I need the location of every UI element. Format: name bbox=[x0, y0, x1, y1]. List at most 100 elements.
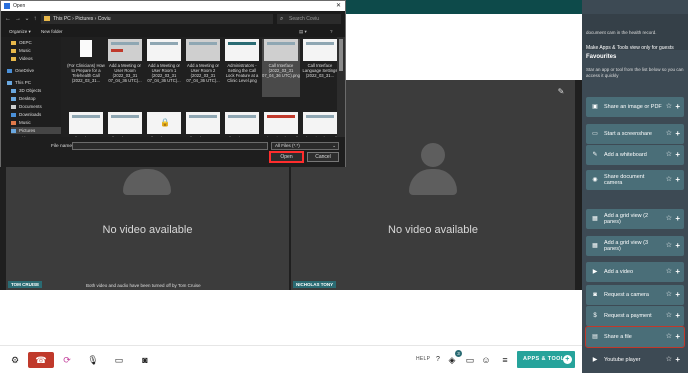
plus-icon: + bbox=[563, 355, 572, 364]
tool-label: Add a video bbox=[604, 269, 634, 275]
tool-item-grid-2[interactable]: ▦ Add a grid view (2 panes) ☆ + bbox=[586, 209, 684, 229]
open-button[interactable]: Open bbox=[269, 151, 304, 163]
star-icon[interactable]: ☆ bbox=[666, 312, 672, 320]
hang-up-button[interactable]: ☎ bbox=[28, 352, 54, 368]
tool-label: Start a screenshare bbox=[604, 131, 652, 137]
file-icon: ▤ bbox=[592, 334, 598, 340]
nav-item-this-pc[interactable]: This PC bbox=[7, 79, 31, 86]
add-icon[interactable]: + bbox=[675, 332, 680, 341]
add-icon[interactable]: + bbox=[675, 129, 680, 138]
media-off-message: Both video and audio have been turned of… bbox=[86, 283, 201, 288]
tool-item-add-video[interactable]: ▶ Add a video ☆ + bbox=[586, 262, 684, 282]
payment-icon: $ bbox=[593, 313, 597, 319]
apps-tools-button[interactable]: APPS & TOOLS + bbox=[517, 351, 575, 368]
tool-item-share-image[interactable]: ▣ Share an image or PDF ☆ + bbox=[586, 97, 684, 117]
dialog-title-bar: Open ✕ bbox=[1, 1, 345, 11]
lock-icon: 🔒 bbox=[160, 118, 170, 127]
chevron-down-icon[interactable]: ⌄ bbox=[23, 14, 31, 24]
view-options-icon[interactable]: ▤ ▾ bbox=[299, 27, 307, 37]
tool-item-youtube[interactable]: ▶ Youtube player ☆ + bbox=[586, 350, 684, 370]
nav-item[interactable]: Videos bbox=[11, 55, 33, 62]
video-off-icon[interactable]: ▭ bbox=[109, 352, 129, 368]
star-icon[interactable]: ☆ bbox=[666, 103, 672, 111]
camera-snapshot-icon[interactable]: ◙ bbox=[135, 352, 155, 368]
nav-item-pictures[interactable]: Pictures bbox=[11, 127, 61, 134]
nav-item[interactable]: Documents bbox=[11, 103, 42, 110]
star-icon[interactable]: ☆ bbox=[666, 291, 672, 299]
add-icon[interactable]: + bbox=[675, 267, 680, 276]
star-icon[interactable]: ☆ bbox=[666, 333, 672, 341]
cancel-button[interactable]: Cancel bbox=[307, 152, 339, 162]
add-icon[interactable]: + bbox=[675, 355, 680, 364]
image-icon: ▣ bbox=[592, 104, 598, 110]
add-icon[interactable]: + bbox=[675, 150, 680, 159]
star-icon[interactable]: ☆ bbox=[666, 176, 672, 184]
file-name-input[interactable] bbox=[72, 142, 268, 150]
no-video-label: No video available bbox=[388, 224, 478, 236]
dialog-footer: File name: All Files (*.*) ⌄ Open Cancel bbox=[1, 137, 345, 167]
help-icon[interactable]: ? bbox=[330, 27, 333, 37]
add-icon[interactable]: + bbox=[675, 102, 680, 111]
add-icon[interactable]: + bbox=[675, 214, 680, 223]
settings-gear-icon[interactable]: ⚙ bbox=[5, 352, 25, 368]
camera-icon: ◉ bbox=[592, 177, 598, 183]
star-icon[interactable]: ☆ bbox=[666, 268, 672, 276]
filter-label: All Files (*.*) bbox=[275, 143, 300, 148]
star-icon[interactable]: ☆ bbox=[666, 130, 672, 138]
file-item-selected[interactable]: Call Interface (2022_03_31 07_04_36 UTC)… bbox=[262, 39, 300, 97]
tool-item-document-camera[interactable]: ◉ Share document camera ☆ + bbox=[586, 170, 684, 190]
new-folder-button[interactable]: New folder bbox=[41, 27, 63, 37]
favourites-title: Favourites bbox=[586, 54, 617, 60]
star-icon[interactable]: ☆ bbox=[666, 215, 672, 223]
mute-microphone-icon[interactable]: 🎙 bbox=[83, 352, 103, 368]
switch-camera-icon[interactable]: ⟳ bbox=[57, 352, 77, 368]
nav-item[interactable]: Music bbox=[11, 47, 31, 54]
file-item[interactable]: Call Interface Language Settings (2022_0… bbox=[301, 39, 337, 97]
file-type-filter[interactable]: All Files (*.*) ⌄ bbox=[271, 142, 339, 150]
file-item[interactable]: (For Clinicians) How to Prepare for a Te… bbox=[67, 39, 105, 97]
guest-view-toggle[interactable]: Make Apps & Tools view only for guests bbox=[586, 45, 674, 51]
up-arrow-icon[interactable]: ↑ bbox=[31, 14, 39, 24]
organize-menu[interactable]: Organize ▾ bbox=[9, 27, 31, 37]
forward-arrow-icon[interactable]: → bbox=[14, 14, 22, 24]
nav-item[interactable]: Music bbox=[11, 119, 31, 126]
address-bar[interactable]: This PC › Pictures › Coviu bbox=[41, 14, 273, 24]
search-icon: ⌕ bbox=[280, 16, 284, 22]
network-icon[interactable]: ≡ bbox=[495, 352, 515, 368]
search-input[interactable]: ⌕ Search Coviu bbox=[277, 14, 341, 24]
tool-item-whiteboard[interactable]: ✎ Add a whiteboard ☆ + bbox=[586, 145, 684, 165]
star-icon[interactable]: ☆ bbox=[666, 242, 672, 250]
back-arrow-icon[interactable]: ← bbox=[4, 14, 12, 24]
tool-item-share-file[interactable]: ▤ Share a file ☆ + bbox=[585, 326, 685, 348]
address-row: ← → ⌄ ↑ This PC › Pictures › Coviu ⌕ Sear… bbox=[1, 11, 345, 27]
nav-item[interactable]: 3D Objects bbox=[11, 87, 41, 94]
tool-item-grid-3[interactable]: ▦ Add a grid view (3 panes) ☆ + bbox=[586, 236, 684, 256]
window-icon bbox=[4, 3, 10, 9]
nav-item[interactable]: Downloads bbox=[11, 111, 41, 118]
nav-item-onedrive[interactable]: OneDrive bbox=[7, 67, 34, 74]
add-icon[interactable]: + bbox=[675, 175, 680, 184]
apps-tools-label: APPS & TOOLS bbox=[523, 356, 569, 362]
nav-item[interactable]: Desktop bbox=[11, 95, 36, 102]
pencil-icon[interactable]: ✎ bbox=[555, 86, 567, 98]
grid-icon: ▦ bbox=[592, 216, 598, 222]
tool-item-request-payment[interactable]: $ Request a payment ☆ + bbox=[586, 306, 684, 326]
call-controls-bar: ⚙ ☎ ⟳ 🎙 ▭ ◙ HELP ? ◈ 3 ▭ ☺ ≡ APPS & TOOL… bbox=[0, 345, 582, 373]
file-item[interactable]: Administrators - Setting the Call Lock F… bbox=[223, 39, 261, 97]
add-icon[interactable]: + bbox=[675, 290, 680, 299]
tool-item-screenshare[interactable]: ▭ Start a screenshare ☆ + bbox=[586, 124, 684, 144]
sidebar-note: document cam in the health record. bbox=[586, 30, 657, 35]
star-icon[interactable]: ☆ bbox=[666, 356, 672, 364]
file-item[interactable]: Add a Meeting or User Room 1 (2022_03_31… bbox=[145, 39, 183, 97]
add-icon[interactable]: + bbox=[675, 241, 680, 250]
participants-icon[interactable]: ☺ bbox=[476, 352, 496, 368]
youtube-icon: ▶ bbox=[592, 357, 598, 363]
tool-item-request-camera[interactable]: ◙ Request a camera ☆ + bbox=[586, 285, 684, 305]
nav-item[interactable]: OEPC bbox=[11, 39, 32, 46]
tool-label: Share a file bbox=[604, 334, 632, 340]
close-icon[interactable]: ✕ bbox=[336, 1, 341, 11]
add-icon[interactable]: + bbox=[675, 311, 680, 320]
file-item[interactable]: Add a Meeting or User Room (2022_03_31 0… bbox=[106, 39, 144, 97]
star-icon[interactable]: ☆ bbox=[666, 151, 672, 159]
file-item[interactable]: Add a Meeting or User Room 2 (2022_03_31… bbox=[184, 39, 222, 97]
